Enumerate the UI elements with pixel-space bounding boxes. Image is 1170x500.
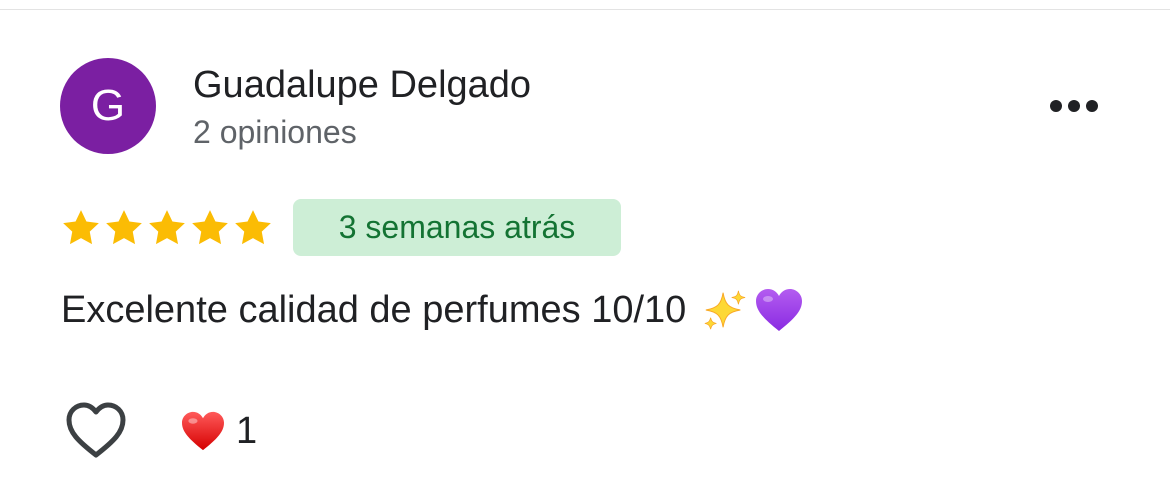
review-emojis: [702, 287, 804, 333]
review-card: G Guadalupe Delgado 2 opiniones 3 semana…: [0, 0, 1170, 500]
star-icon: [103, 207, 145, 249]
reaction-summary[interactable]: 1: [180, 408, 257, 454]
red-heart-icon: [182, 411, 224, 451]
like-button[interactable]: [64, 400, 128, 460]
reviewer-name[interactable]: Guadalupe Delgado: [193, 62, 531, 108]
avatar-initial: G: [90, 81, 126, 130]
divider: [0, 9, 1170, 10]
heart-outline-icon: [66, 402, 126, 458]
more-horizontal-icon-dot: [1086, 100, 1098, 112]
star-icon: [189, 207, 231, 249]
reaction-count: 1: [236, 410, 258, 452]
review-text-body: Excelente calidad de perfumes 10/10: [61, 289, 687, 331]
more-horizontal-icon: [1050, 100, 1062, 112]
sparkles-icon: [705, 290, 746, 330]
star-icon: [232, 207, 274, 249]
date-badge: 3 semanas atrás: [293, 199, 621, 256]
reviewer-review-count: 2 opiniones: [193, 114, 357, 150]
avatar[interactable]: G: [60, 58, 156, 154]
more-options-button[interactable]: [1040, 86, 1108, 126]
more-horizontal-icon-dot: [1068, 100, 1080, 112]
review-text: Excelente calidad de perfumes 10/10: [61, 285, 804, 335]
star-icon: [146, 207, 188, 249]
star-icon: [60, 207, 102, 249]
star-rating: [60, 206, 274, 250]
purple-heart-icon: [756, 289, 803, 331]
